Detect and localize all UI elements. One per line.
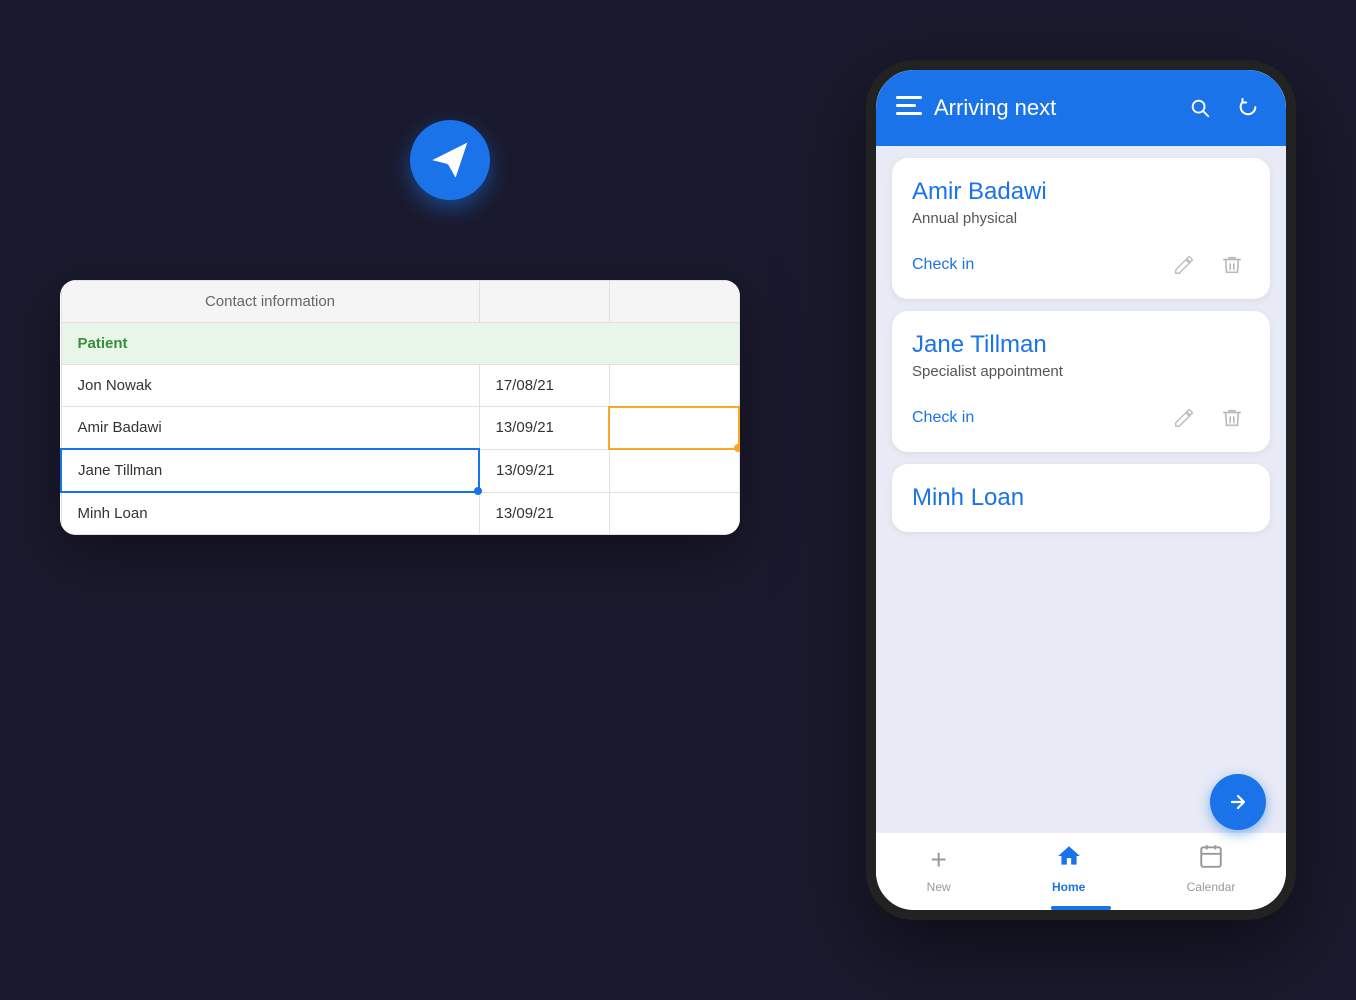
cell-extra-jon[interactable] — [609, 365, 739, 407]
spreadsheet-table: Contact information Patient Jon Nowak 17… — [60, 280, 740, 535]
delete-icon-jane[interactable] — [1214, 400, 1250, 436]
bottom-nav: + New Home — [876, 832, 1286, 910]
resize-handle-yellow — [734, 444, 740, 452]
paper-plane-icon — [410, 120, 490, 200]
edit-icon-jane[interactable] — [1166, 400, 1202, 436]
table-row: Jon Nowak 17/08/21 — [61, 365, 739, 407]
scene: Contact information Patient Jon Nowak 17… — [0, 0, 1356, 1000]
cell-name-jon[interactable]: Jon Nowak — [61, 365, 479, 407]
delete-icon-amir[interactable] — [1214, 247, 1250, 283]
cell-extra-jane[interactable] — [609, 449, 739, 492]
cell-date-minh[interactable]: 13/09/21 — [479, 492, 609, 535]
phone-inner: Arriving next Ami — [876, 70, 1286, 910]
patient-card-minh: Minh Loan — [892, 464, 1270, 532]
fab-checkin-button[interactable] — [1210, 774, 1266, 830]
nav-item-calendar[interactable]: Calendar — [1187, 843, 1236, 894]
card-appointment-amir: Annual physical — [912, 210, 1250, 227]
cards-list: Amir Badawi Annual physical Check in — [876, 146, 1286, 832]
cell-name-amir[interactable]: Amir Badawi — [61, 407, 479, 450]
new-icon: + — [930, 844, 946, 876]
card-name-jane: Jane Tillman — [912, 331, 1250, 359]
col-header-date — [479, 281, 609, 323]
nav-label-home: Home — [1052, 880, 1085, 894]
cell-selected-amir[interactable] — [609, 407, 739, 450]
edit-icon-amir[interactable] — [1166, 247, 1202, 283]
app-header: Arriving next — [876, 70, 1286, 146]
search-icon[interactable] — [1182, 90, 1218, 126]
section-header-patient: Patient — [61, 323, 739, 365]
spreadsheet-panel: Contact information Patient Jon Nowak 17… — [60, 280, 740, 535]
table-row: Minh Loan 13/09/21 — [61, 492, 739, 535]
cell-date-amir[interactable]: 13/09/21 — [479, 407, 609, 450]
app-title: Arriving next — [934, 95, 1170, 121]
checkin-btn-jane[interactable]: Check in — [912, 409, 1154, 427]
nav-label-calendar: Calendar — [1187, 880, 1236, 894]
cell-date-jon[interactable]: 17/08/21 — [479, 365, 609, 407]
table-row: Amir Badawi 13/09/21 — [61, 407, 739, 450]
card-name-amir: Amir Badawi — [912, 178, 1250, 206]
cell-name-jane[interactable]: Jane Tillman — [61, 449, 479, 492]
patient-card-amir: Amir Badawi Annual physical Check in — [892, 158, 1270, 299]
cell-date-jane[interactable]: 13/09/21 — [479, 449, 609, 492]
table-row-selected: Jane Tillman 13/09/21 — [61, 449, 739, 492]
card-appointment-jane: Specialist appointment — [912, 363, 1250, 380]
cell-name-minh[interactable]: Minh Loan — [61, 492, 479, 535]
phone-frame: Arriving next Ami — [866, 60, 1296, 920]
col-header-extra — [609, 281, 739, 323]
nav-item-new[interactable]: + New — [927, 844, 951, 894]
home-icon — [1056, 843, 1082, 876]
nav-item-home[interactable]: Home — [1052, 843, 1085, 894]
calendar-icon — [1198, 843, 1224, 876]
col-header-contact: Contact information — [61, 281, 479, 323]
refresh-icon[interactable] — [1230, 90, 1266, 126]
nav-active-indicator — [1051, 906, 1111, 910]
card-actions-amir: Check in — [912, 247, 1250, 283]
card-name-minh: Minh Loan — [912, 484, 1250, 512]
patient-card-jane: Jane Tillman Specialist appointment Chec… — [892, 311, 1270, 452]
resize-handle-blue — [474, 487, 482, 495]
nav-label-new: New — [927, 880, 951, 894]
checkin-btn-amir[interactable]: Check in — [912, 256, 1154, 274]
cell-extra-minh[interactable] — [609, 492, 739, 535]
card-actions-jane: Check in — [912, 400, 1250, 436]
menu-icon[interactable] — [896, 96, 922, 120]
